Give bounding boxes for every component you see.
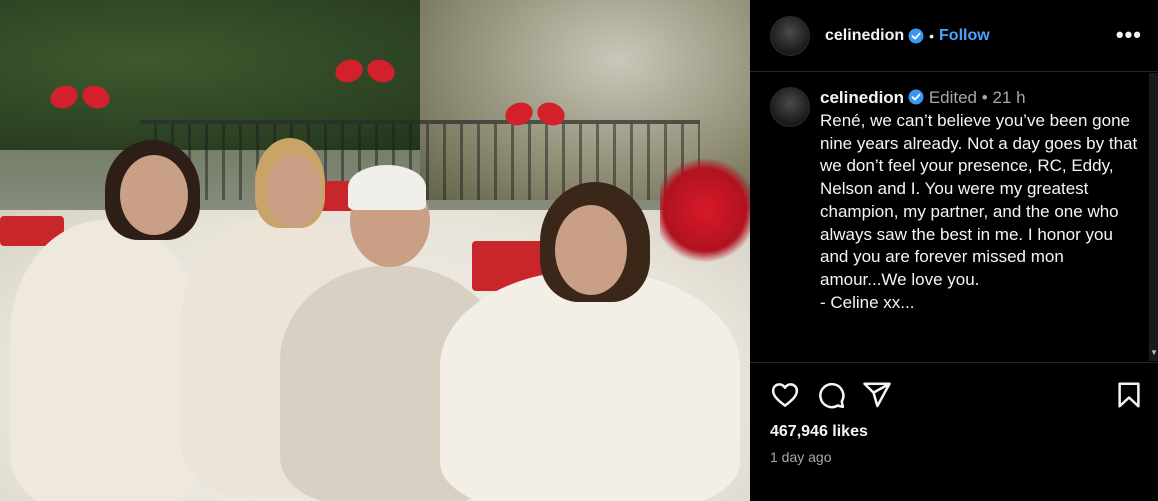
- photo-red-bow: [50, 78, 110, 128]
- comment-icon[interactable]: [816, 380, 846, 410]
- verified-badge-icon: [908, 28, 924, 43]
- photo-red-bow: [335, 52, 395, 102]
- heart-icon[interactable]: [770, 380, 800, 410]
- more-icon[interactable]: •••: [1116, 22, 1142, 48]
- caption-text: René, we can’t believe you’ve been gone …: [820, 111, 1138, 312]
- edited-label: Edited: [928, 88, 978, 107]
- post-header: celinedion • Follow •••: [750, 0, 1158, 72]
- photo-face: [120, 155, 188, 235]
- verified-badge-icon: [908, 89, 924, 105]
- separator-dot: •: [981, 88, 988, 107]
- caption-header: celinedion Edited • 21 h: [820, 87, 1140, 109]
- photo-face: [555, 205, 627, 295]
- photo-person: [10, 220, 200, 501]
- photo-person: [440, 270, 740, 501]
- caption-section: celinedion Edited • 21 h René, we can’t …: [750, 73, 1158, 361]
- scroll-down-arrow-icon[interactable]: ▼: [1150, 348, 1158, 357]
- caption-scrollbar[interactable]: ▼: [1149, 73, 1158, 361]
- likes-count[interactable]: 467,946 likes: [770, 423, 868, 441]
- photo-red-bow: [505, 95, 565, 145]
- post-photo[interactable]: [0, 0, 750, 501]
- share-icon[interactable]: [862, 380, 892, 410]
- caption-username[interactable]: celinedion: [820, 88, 904, 107]
- bookmark-icon[interactable]: [1114, 380, 1144, 410]
- avatar[interactable]: [770, 15, 810, 56]
- author-username[interactable]: celinedion: [825, 27, 904, 45]
- caption-row: celinedion Edited • 21 h René, we can’t …: [770, 87, 1140, 314]
- follow-button[interactable]: Follow: [939, 27, 990, 45]
- caption-body: celinedion Edited • 21 h René, we can’t …: [820, 87, 1140, 314]
- post-details-panel: celinedion • Follow ••• celinedion Edite…: [750, 0, 1158, 501]
- divider: [750, 362, 1158, 363]
- post-time[interactable]: 21 h: [992, 88, 1025, 107]
- post-age[interactable]: 1 day ago: [770, 449, 832, 465]
- photo-beanie: [348, 165, 426, 210]
- separator-dot: •: [929, 27, 935, 44]
- photo-poinsettia: [660, 150, 750, 270]
- action-bar: [770, 380, 892, 410]
- photo-face: [266, 155, 322, 227]
- avatar[interactable]: [770, 87, 810, 127]
